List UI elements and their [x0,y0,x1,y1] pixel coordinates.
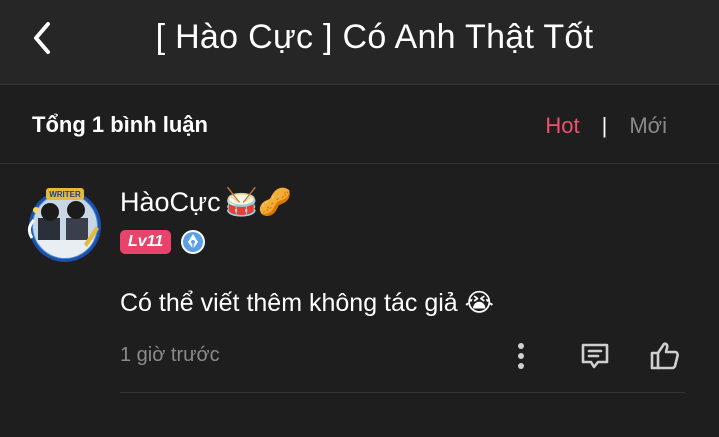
like-button[interactable] [645,338,685,374]
comment-divider [120,392,685,393]
page-title: [ Hào Cực ] Có Anh Thật Tốt [155,18,594,56]
user-badges: Lv11 [120,228,207,256]
level-badge: Lv11 [120,230,172,254]
comment-total: Tổng 1 bình luận [32,112,208,137]
comment-item: WRITER HàoCực 🥁🥜 Lv11 Có thể viết thêm k… [0,164,719,394]
comment-time: 1 giờ trước [120,344,220,366]
sort-separator: | [601,113,608,138]
thumbs-up-icon [650,342,679,370]
reply-button[interactable] [575,338,615,374]
sort-new-tab[interactable]: Mới [629,113,667,139]
reply-comment-icon [581,343,609,369]
avatar[interactable]: WRITER [24,182,106,264]
username-emojis: 🥁🥜 [224,187,292,217]
sort-tabs: Hot | Mới [545,113,667,139]
more-button[interactable] [501,338,541,374]
comments-bar: Tổng 1 bình luận Hot | Mới [0,85,719,164]
avatar-badge-text: WRITER [49,190,81,199]
pen-nib-badge-icon [181,230,206,254]
comment-actions [501,338,685,374]
more-vertical-icon [518,343,524,369]
top-bar: [ Hào Cực ] Có Anh Thật Tốt [0,0,719,85]
comment-username-row: HàoCực 🥁🥜 [120,186,292,218]
comment-username[interactable]: HàoCực [120,187,221,218]
sort-hot-tab[interactable]: Hot [545,113,579,139]
comment-text: Có thể viết thêm không tác giả 😭 [120,289,494,317]
